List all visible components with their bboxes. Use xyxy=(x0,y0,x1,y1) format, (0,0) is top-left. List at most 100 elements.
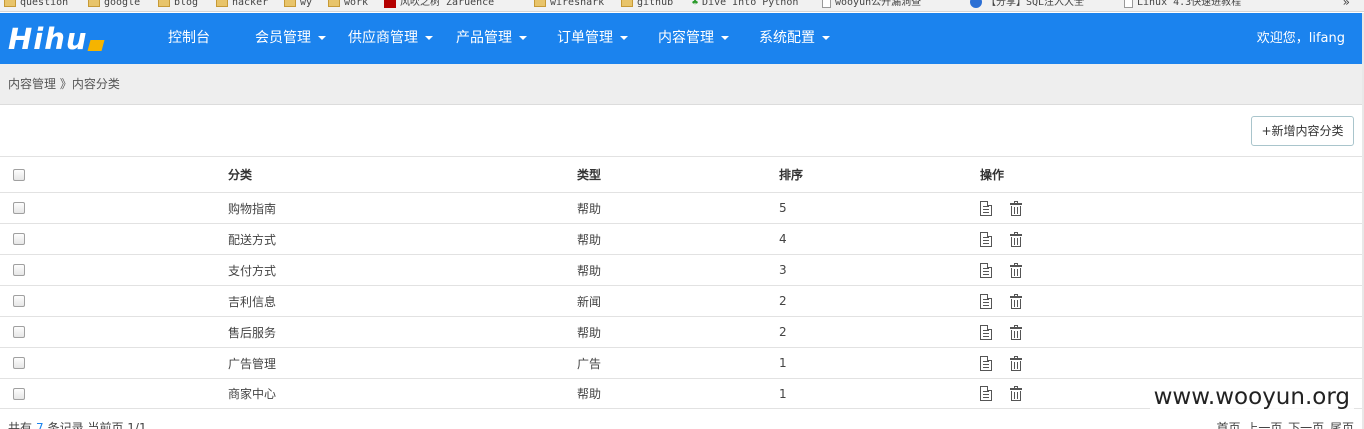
record-count: 7 xyxy=(36,421,44,429)
folder-icon xyxy=(534,0,546,7)
row-checkbox[interactable] xyxy=(13,233,25,245)
nav-orders[interactable]: 订单管理 xyxy=(557,13,628,64)
welcome-user[interactable]: 欢迎您，lifang xyxy=(1257,13,1345,64)
row-checkbox[interactable] xyxy=(13,387,25,400)
row-type: 新闻 xyxy=(577,294,602,309)
row-type: 帮助 xyxy=(577,387,602,401)
folder-icon xyxy=(88,0,100,7)
delete-trash-icon[interactable] xyxy=(1010,355,1022,371)
bookmark-github[interactable]: github xyxy=(621,0,673,10)
folder-icon xyxy=(216,0,228,7)
nav-suppliers[interactable]: 供应商管理 xyxy=(348,13,433,64)
globe-icon xyxy=(970,0,982,8)
row-checkbox[interactable] xyxy=(13,295,25,307)
bookmark-linux[interactable]: Linux 4.3快速进教程 xyxy=(1124,0,1241,10)
logo-mark-icon xyxy=(87,40,104,51)
row-category: 售后服务 xyxy=(228,325,277,340)
logo[interactable]: Hihu xyxy=(8,21,104,57)
bookmark-zaruence[interactable]: 风吹之树 Zaruence xyxy=(384,0,494,10)
row-sort: 4 xyxy=(779,232,787,246)
edit-document-icon[interactable] xyxy=(980,231,992,247)
row-category: 广告管理 xyxy=(228,356,277,371)
select-all-checkbox[interactable] xyxy=(13,168,25,181)
caret-down-icon xyxy=(425,36,433,40)
breadcrumb: 内容管理 》内容分类 xyxy=(8,77,120,91)
delete-trash-icon[interactable] xyxy=(1010,200,1022,216)
watermark: www.wooyun.org xyxy=(1149,384,1354,410)
row-checkbox[interactable] xyxy=(13,357,25,369)
edit-document-icon[interactable] xyxy=(980,293,992,309)
nav-dashboard[interactable]: 控制台 xyxy=(168,13,210,64)
breadcrumb-bar: 内容管理 》内容分类 xyxy=(0,64,1364,105)
folder-icon xyxy=(621,0,633,7)
row-type: 帮助 xyxy=(577,263,602,278)
edit-document-icon[interactable] xyxy=(980,262,992,278)
bookmark-blog[interactable]: blog xyxy=(158,0,198,10)
table-header: 分类 类型 排序 操作 xyxy=(0,156,1364,192)
record-summary: 共有 7 条记录 当前页 1/1 xyxy=(8,419,147,429)
add-content-category-button[interactable]: +新增内容分类 xyxy=(1251,116,1354,146)
leaf-icon: ♣ xyxy=(692,0,699,8)
caret-down-icon xyxy=(519,36,527,40)
page-icon xyxy=(1124,0,1133,8)
page-icon xyxy=(822,0,831,8)
caret-down-icon xyxy=(822,36,830,40)
edit-document-icon[interactable] xyxy=(980,324,992,340)
delete-trash-icon[interactable] xyxy=(1010,262,1022,278)
bookmark-wireshark[interactable]: wireshark xyxy=(534,0,604,10)
bookmark-wy[interactable]: wy xyxy=(284,0,312,10)
folder-icon xyxy=(328,0,340,7)
bookmark-google[interactable]: google xyxy=(88,0,140,10)
bookmark-question[interactable]: question xyxy=(4,0,68,10)
caret-down-icon xyxy=(318,36,326,40)
nav-products[interactable]: 产品管理 xyxy=(456,13,527,64)
caret-down-icon xyxy=(721,36,729,40)
folder-icon xyxy=(158,0,170,7)
bookmarks-bar: question google blog hacker wy work 风吹之树… xyxy=(0,0,1364,12)
table-row: 配送方式 帮助 4 xyxy=(0,223,1364,254)
delete-trash-icon[interactable] xyxy=(1010,293,1022,309)
row-category: 支付方式 xyxy=(228,263,277,278)
table-row: 广告管理 广告 1 xyxy=(0,347,1364,378)
header-category: 分类 xyxy=(228,168,253,182)
bookmark-sql-injection[interactable]: 【分享】SQL注入大全 xyxy=(970,0,1084,10)
edit-document-icon[interactable] xyxy=(980,200,992,216)
row-type: 帮助 xyxy=(577,325,602,340)
row-type: 帮助 xyxy=(577,232,602,247)
delete-trash-icon[interactable] xyxy=(1010,324,1022,340)
bookmark-wooyun[interactable]: wooyun公开漏洞查 xyxy=(822,0,921,10)
bookmark-hacker[interactable]: hacker xyxy=(216,0,268,10)
row-checkbox[interactable] xyxy=(13,264,25,276)
row-category: 购物指南 xyxy=(228,201,277,216)
row-sort: 2 xyxy=(779,294,787,308)
bookmarks-overflow-icon[interactable]: » xyxy=(1343,0,1350,9)
site-icon xyxy=(384,0,396,8)
bookmark-dive-into-python[interactable]: ♣ Dive Into Python xyxy=(692,0,798,10)
top-navbar: Hihu 控制台 会员管理 供应商管理 产品管理 订单管理 内容管理 系统配置 … xyxy=(0,13,1364,64)
row-category: 吉利信息 xyxy=(228,294,277,309)
bookmark-work[interactable]: work xyxy=(328,0,368,10)
nav-system-config[interactable]: 系统配置 xyxy=(759,13,830,64)
edit-document-icon[interactable] xyxy=(980,386,992,401)
row-checkbox[interactable] xyxy=(13,202,25,214)
nav-content[interactable]: 内容管理 xyxy=(658,13,729,64)
header-sort: 排序 xyxy=(779,168,804,182)
row-checkbox[interactable] xyxy=(13,326,25,338)
edit-document-icon[interactable] xyxy=(980,355,992,371)
delete-trash-icon[interactable] xyxy=(1010,231,1022,247)
row-category: 商家中心 xyxy=(228,387,277,401)
row-sort: 3 xyxy=(779,263,787,277)
row-type: 广告 xyxy=(577,356,602,371)
table-row: 购物指南 帮助 5 xyxy=(0,192,1364,223)
row-sort: 5 xyxy=(779,201,787,215)
row-category: 配送方式 xyxy=(228,232,277,247)
row-sort: 1 xyxy=(779,356,787,370)
folder-icon xyxy=(4,0,16,7)
nav-members[interactable]: 会员管理 xyxy=(255,13,326,64)
table-row: 吉利信息 新闻 2 xyxy=(0,285,1364,316)
pagination[interactable]: 首页 上一页 下一页 尾页 xyxy=(1217,419,1354,429)
row-sort: 2 xyxy=(779,325,787,339)
table-row: 售后服务 帮助 2 xyxy=(0,316,1364,347)
delete-trash-icon[interactable] xyxy=(1010,386,1022,401)
table-row: 支付方式 帮助 3 xyxy=(0,254,1364,285)
